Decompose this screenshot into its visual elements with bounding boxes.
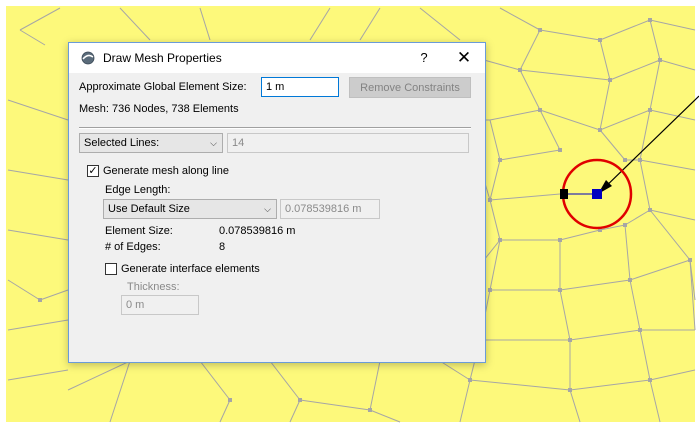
help-button[interactable]: ? [415,49,433,67]
mesh-node[interactable] [623,158,627,162]
mesh-node[interactable] [648,208,652,212]
mesh-node[interactable] [648,18,652,22]
edge-length-dropdown[interactable]: Use Default Size ⌵ [103,199,277,219]
mesh-node[interactable] [498,238,502,242]
interface-elements-checkbox[interactable] [105,263,117,275]
mesh-node[interactable] [608,78,612,82]
chevron-down-icon: ⌵ [210,138,217,148]
mesh-node[interactable] [598,128,602,132]
interface-elements-label[interactable]: Generate interface elements [121,263,260,275]
mesh-node[interactable] [648,108,652,112]
num-edges-value: 8 [219,241,226,253]
mesh-node[interactable] [628,278,632,282]
mesh-node[interactable] [488,288,492,292]
mesh-node[interactable] [558,288,562,292]
mesh-node[interactable] [648,378,652,382]
edge-length-label: Edge Length: [105,184,171,196]
selected-node-marker[interactable] [592,189,602,199]
mesh-node[interactable] [38,298,42,302]
mesh-node[interactable] [558,148,562,152]
close-button[interactable]: ✕ [453,47,475,69]
selection-type-dropdown[interactable]: Selected Lines: ⌵ [79,133,223,153]
mesh-node[interactable] [558,238,562,242]
line-endpoint-marker[interactable] [560,189,568,199]
num-edges-label: # of Edges: [105,241,161,253]
selection-type-value: Selected Lines: [84,137,160,149]
generate-mesh-checkbox[interactable]: ✓ [87,165,99,177]
edge-length-value-field: 0.078539816 m [280,199,380,219]
generate-mesh-label[interactable]: Generate mesh along line [103,165,229,177]
mesh-node[interactable] [298,398,302,402]
mesh-node[interactable] [568,388,572,392]
mesh-node[interactable] [638,158,642,162]
mesh-node[interactable] [538,28,542,32]
mesh-node[interactable] [638,328,642,332]
mesh-node[interactable] [568,338,572,342]
mesh-node[interactable] [368,408,372,412]
app-icon [81,51,95,65]
remove-constraints-button[interactable]: Remove Constraints [349,77,471,98]
mesh-node[interactable] [538,108,542,112]
mesh-node[interactable] [658,58,662,62]
element-size-value: 0.078539816 m [219,225,296,237]
global-size-input[interactable]: 1 m [261,77,339,97]
dialog-titlebar[interactable]: Draw Mesh Properties ? ✕ [69,43,485,73]
draw-mesh-properties-dialog: Draw Mesh Properties ? ✕ Approximate Glo… [68,42,486,363]
mesh-node[interactable] [498,158,502,162]
mesh-info-text: Mesh: 736 Nodes, 738 Elements [79,103,239,115]
mesh-node[interactable] [623,223,627,227]
element-size-label: Element Size: [105,225,173,237]
dialog-title: Draw Mesh Properties [103,51,222,65]
mesh-node[interactable] [518,68,522,72]
selection-count-field: 14 [227,133,469,153]
mesh-node[interactable] [488,198,492,202]
mesh-node[interactable] [688,258,692,262]
thickness-field: 0 m [121,295,199,315]
mesh-node[interactable] [468,378,472,382]
chevron-down-icon: ⌵ [264,204,271,214]
mesh-node[interactable] [598,38,602,42]
thickness-label: Thickness: [127,281,180,293]
section-divider [79,127,471,129]
mesh-node[interactable] [228,398,232,402]
edge-length-dropdown-value: Use Default Size [108,203,190,215]
global-size-label: Approximate Global Element Size: [79,81,247,93]
